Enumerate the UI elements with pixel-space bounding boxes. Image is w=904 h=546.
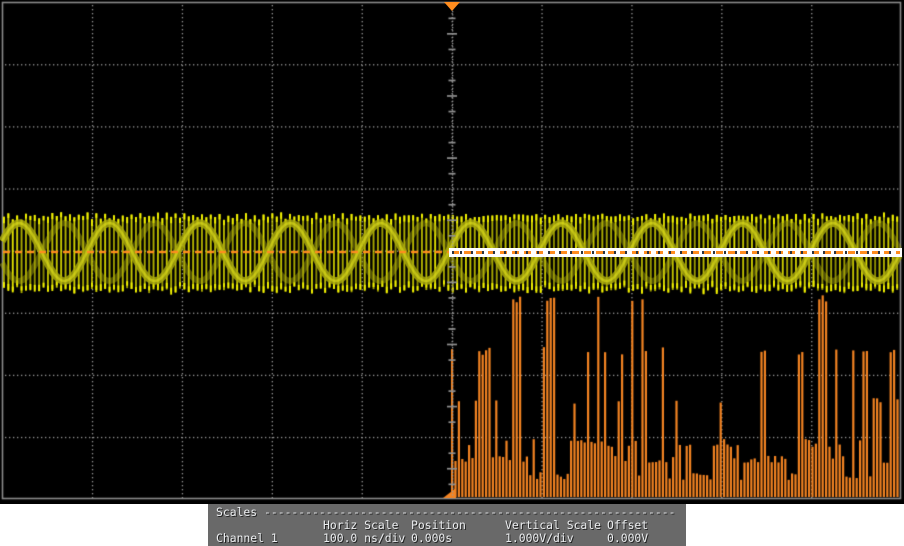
oscilloscope-screen: Scales ---------------------------------… [0,0,904,546]
scope-display [0,0,904,504]
header-horiz-scale: Horiz Scale [323,519,398,531]
footer: Scales ---------------------------------… [0,504,904,546]
channel-offset: 0.000V [607,532,648,544]
header-offset: Offset [607,519,648,531]
channel-position: 0.000s [411,532,452,544]
scales-title: Scales [216,506,257,518]
header-vertical-scale: Vertical Scale [505,519,601,531]
channel-name: Channel 1 [216,532,278,544]
scales-panel: Scales ---------------------------------… [208,504,686,546]
channel-vertical-scale: 1.000V/div [505,532,574,544]
scales-rule: ----------------------------------------… [264,506,675,518]
readout-bar [449,248,902,257]
offset-line-segment [452,251,900,254]
channel-horiz-scale: 100.0 ns/div [323,532,405,544]
header-position: Position [411,519,466,531]
trigger-position-marker[interactable] [444,2,460,11]
